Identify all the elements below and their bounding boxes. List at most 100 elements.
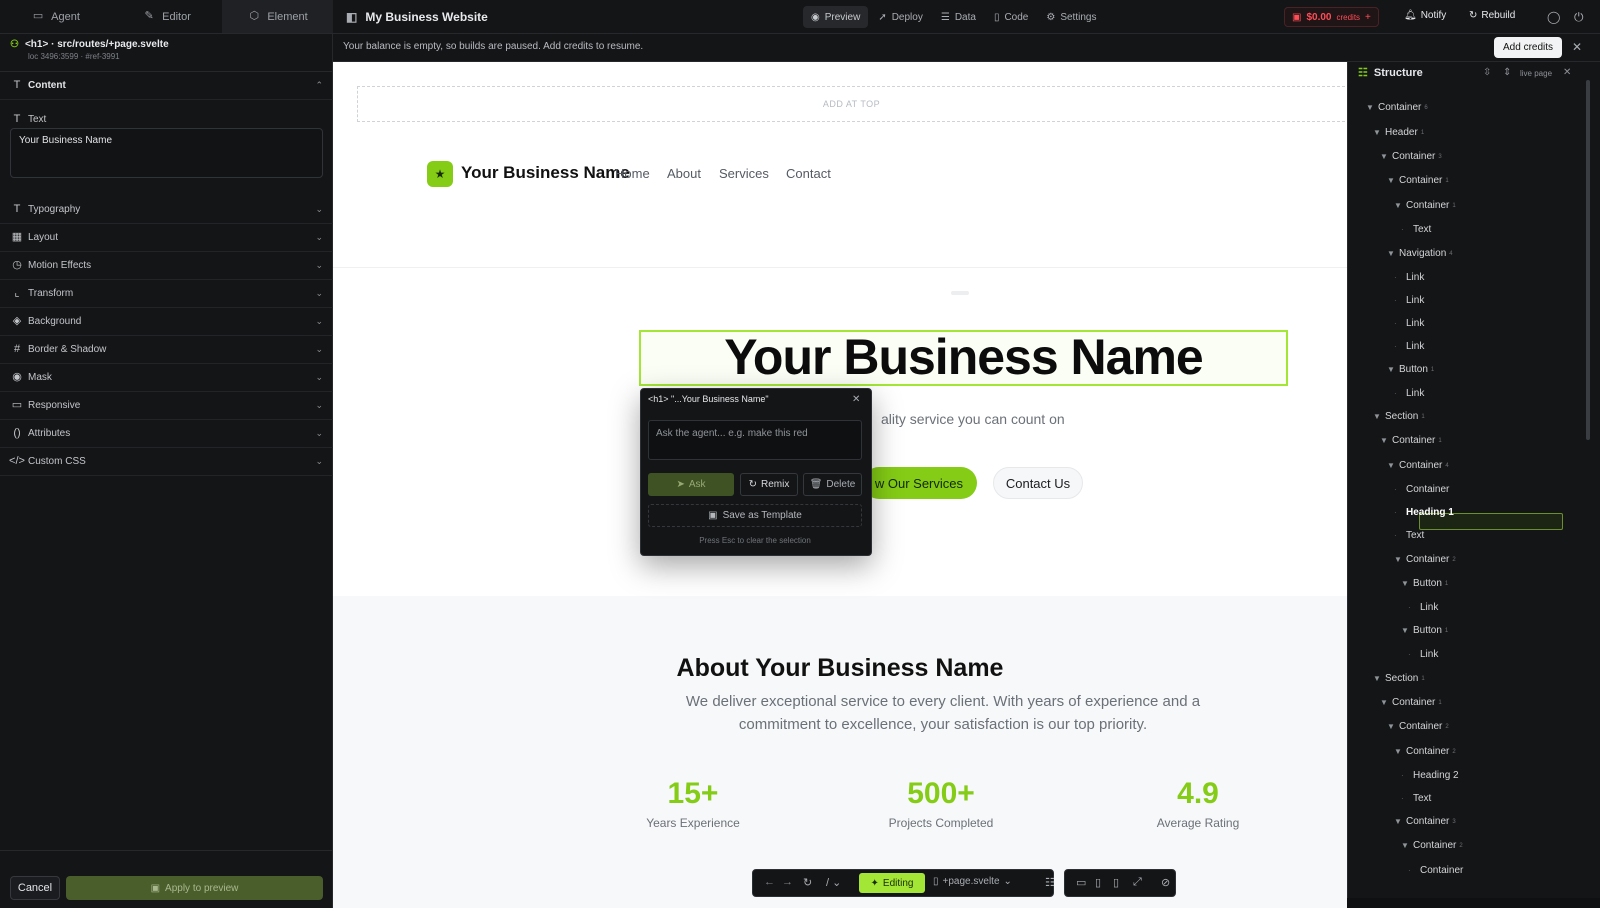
- section-responsive[interactable]: ▭ Responsive ⌄: [0, 392, 333, 420]
- nav-link-home[interactable]: Home: [615, 166, 650, 181]
- nav-link-contact[interactable]: Contact: [786, 166, 831, 181]
- hero-subtitle[interactable]: ality service you can count on: [881, 411, 1065, 427]
- tree-node[interactable]: · Container: [1394, 484, 1449, 495]
- back-arrow-icon[interactable]: ←: [764, 876, 775, 888]
- tree-node[interactable]: ▼ Container 1: [1380, 697, 1442, 708]
- caret-down-icon[interactable]: ▼: [1394, 817, 1406, 826]
- brand-name[interactable]: Your Business Name: [461, 163, 630, 183]
- tab-editor[interactable]: ✎ Editor: [111, 0, 222, 33]
- tree-node[interactable]: ▼ Container 3: [1394, 816, 1456, 827]
- file-selector[interactable]: ▯ +page.svelte ⌄: [933, 876, 1012, 887]
- caret-down-icon[interactable]: ▼: [1387, 176, 1399, 185]
- tree-node[interactable]: ▼ Container 4: [1387, 460, 1449, 471]
- tab-element[interactable]: ⬡ Element: [222, 0, 333, 33]
- fullscreen-icon[interactable]: ⤢: [1133, 876, 1142, 889]
- structure-toggle-icon[interactable]: ☷: [1045, 876, 1055, 889]
- scrollbar[interactable]: [1586, 80, 1590, 440]
- credits-badge[interactable]: ▣ $0.00 credits +: [1284, 7, 1379, 27]
- tree-node[interactable]: · Heading 1: [1394, 507, 1454, 518]
- tab-deploy[interactable]: ➚ Deploy: [870, 6, 931, 28]
- tree-node[interactable]: · Heading 2: [1401, 770, 1459, 781]
- about-heading[interactable]: About Your Business Name: [333, 654, 1347, 683]
- apply-to-preview-button[interactable]: ▣ Apply to preview: [66, 876, 323, 900]
- power-icon[interactable]: ⏻: [1574, 10, 1584, 25]
- tree-node[interactable]: ▼ Container 1: [1394, 200, 1456, 211]
- view-services-button[interactable]: w Our Services: [863, 467, 977, 499]
- tree-node[interactable]: ▼ Button 1: [1401, 625, 1448, 636]
- caret-down-icon[interactable]: ▼: [1394, 555, 1406, 564]
- tab-preview[interactable]: ◉ Preview: [803, 6, 869, 28]
- section-motion-effects[interactable]: ◷ Motion Effects ⌄: [0, 252, 333, 280]
- tree-node[interactable]: ▼ Container 6: [1366, 102, 1428, 113]
- tree-node[interactable]: · Container: [1408, 865, 1463, 876]
- add-credits-button[interactable]: Add credits: [1494, 37, 1563, 58]
- tree-node[interactable]: ▼ Navigation 4: [1387, 248, 1453, 259]
- tab-code[interactable]: ▯ Code: [986, 6, 1036, 28]
- collapse-all-icon[interactable]: ⇳: [1483, 67, 1491, 78]
- close-icon[interactable]: ✕: [1563, 67, 1571, 78]
- delete-button[interactable]: 🗑︎ Delete: [803, 473, 862, 496]
- section-typography[interactable]: T Typography ⌄: [0, 196, 333, 224]
- tree-node[interactable]: · Link: [1408, 649, 1438, 660]
- caret-down-icon[interactable]: ▼: [1380, 698, 1392, 707]
- tree-node[interactable]: · Link: [1394, 388, 1424, 399]
- tree-node[interactable]: ▼ Section 1: [1373, 411, 1425, 422]
- tree-node[interactable]: ▼ Header 1: [1373, 127, 1424, 138]
- notify-button[interactable]: 🔔︎ Notify: [1404, 10, 1446, 21]
- reload-icon[interactable]: ↻: [803, 876, 812, 889]
- nav-link-about[interactable]: About: [667, 166, 701, 181]
- mobile-icon[interactable]: ▯: [1113, 876, 1119, 889]
- tablet-icon[interactable]: ▯: [1095, 876, 1101, 889]
- cancel-button[interactable]: Cancel: [10, 876, 60, 900]
- forward-arrow-icon[interactable]: →: [782, 876, 793, 888]
- caret-down-icon[interactable]: ▼: [1394, 201, 1406, 210]
- nav-link-services[interactable]: Services: [719, 166, 769, 181]
- tree-node[interactable]: · Text: [1401, 224, 1431, 235]
- tree-node[interactable]: · Link: [1408, 602, 1438, 613]
- caret-down-icon[interactable]: ▼: [1401, 579, 1413, 588]
- section-border-shadow[interactable]: # Border & Shadow ⌄: [0, 336, 333, 364]
- tree-node[interactable]: ▼ Container 3: [1380, 151, 1442, 162]
- caret-down-icon[interactable]: ▼: [1387, 722, 1399, 731]
- editing-toggle[interactable]: ✦ Editing: [859, 873, 925, 893]
- tree-node[interactable]: ▼ Container 1: [1380, 435, 1442, 446]
- tree-node[interactable]: ▼ Container 2: [1394, 746, 1456, 757]
- section-mask[interactable]: ◉ Mask ⌄: [0, 364, 333, 392]
- caret-down-icon[interactable]: ▼: [1373, 128, 1385, 137]
- tree-node[interactable]: · Text: [1394, 530, 1424, 541]
- tree-node[interactable]: ▼ Container 2: [1387, 721, 1449, 732]
- tree-node[interactable]: ▼ Section 1: [1373, 673, 1425, 684]
- route-selector[interactable]: / ⌄: [826, 876, 841, 889]
- close-icon[interactable]: ✕: [1572, 40, 1582, 54]
- tree-node[interactable]: ▼ Button 1: [1401, 578, 1448, 589]
- user-icon[interactable]: ◯: [1547, 10, 1560, 24]
- section-layout[interactable]: ▦ Layout ⌄: [0, 224, 333, 252]
- caret-down-icon[interactable]: ▼: [1373, 412, 1385, 421]
- logo-icon[interactable]: ★: [427, 161, 453, 187]
- tree-node[interactable]: ▼ Container 2: [1394, 554, 1456, 565]
- caret-down-icon[interactable]: ▼: [1387, 249, 1399, 258]
- hide-icon[interactable]: ⊘: [1161, 876, 1170, 889]
- desktop-icon[interactable]: ▭: [1076, 876, 1086, 889]
- tree-node[interactable]: ▼ Button 1: [1387, 364, 1434, 375]
- about-text[interactable]: We deliver exceptional service to every …: [663, 690, 1223, 736]
- contact-us-button[interactable]: Contact Us: [993, 467, 1083, 499]
- caret-down-icon[interactable]: ▼: [1401, 841, 1413, 850]
- section-content[interactable]: T Content ⌃: [0, 72, 333, 100]
- tab-data[interactable]: ☰ Data: [933, 6, 984, 28]
- section-background[interactable]: ◈ Background ⌄: [0, 308, 333, 336]
- close-icon[interactable]: ✕: [852, 394, 860, 405]
- save-as-template-button[interactable]: ▣ Save as Template: [648, 504, 862, 527]
- remix-button[interactable]: ↻ Remix: [740, 473, 798, 496]
- tree-node[interactable]: · Link: [1394, 341, 1424, 352]
- caret-down-icon[interactable]: ▼: [1380, 152, 1392, 161]
- tree-node[interactable]: · Link: [1394, 318, 1424, 329]
- caret-down-icon[interactable]: ▼: [1401, 626, 1413, 635]
- caret-down-icon[interactable]: ▼: [1387, 365, 1399, 374]
- tree-node[interactable]: ▼ Container 2: [1401, 840, 1463, 851]
- caret-down-icon[interactable]: ▼: [1394, 747, 1406, 756]
- text-content-input[interactable]: Your Business Name: [10, 128, 323, 178]
- section-attributes[interactable]: () Attributes ⌄: [0, 420, 333, 448]
- caret-down-icon[interactable]: ▼: [1387, 461, 1399, 470]
- agent-prompt-input[interactable]: Ask the agent... e.g. make this red: [648, 420, 862, 460]
